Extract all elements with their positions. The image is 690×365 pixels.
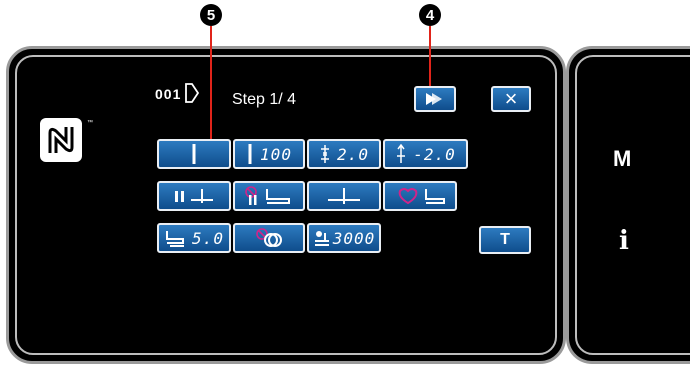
- speed-icon: [313, 229, 331, 247]
- nfc-trademark: ™: [87, 120, 93, 126]
- step-label: Step 1/ 4: [232, 91, 297, 108]
- pitch-icon: [319, 144, 331, 164]
- menu-button[interactable]: M: [613, 146, 631, 172]
- needle-icon: [192, 144, 196, 164]
- close-icon: ×: [504, 86, 518, 111]
- info-button[interactable]: i: [619, 226, 629, 256]
- reverse-pitch-button[interactable]: -2.0: [383, 139, 468, 169]
- thread-trim-icon: [175, 189, 213, 203]
- side-panel: [566, 46, 690, 364]
- callout-4: 4: [419, 4, 441, 26]
- needle-stop-icon: [328, 188, 360, 204]
- presser-lift-button[interactable]: 5.0: [157, 223, 231, 253]
- needle-position-button[interactable]: [157, 139, 231, 169]
- no-thread-icon: [256, 228, 282, 247]
- t-button-label: T: [500, 231, 510, 248]
- no-trim-lift-button[interactable]: [233, 181, 305, 211]
- presser-lift-value: 5.0: [192, 228, 224, 248]
- callout-5: 5: [200, 4, 222, 26]
- next-step-button[interactable]: [414, 86, 456, 112]
- stitch-count-button[interactable]: 100: [233, 139, 305, 169]
- no-thread-button[interactable]: [233, 223, 305, 253]
- stitch-pitch-button[interactable]: 2.0: [307, 139, 381, 169]
- presser-lift-icon: [164, 229, 186, 247]
- no-trim-lift-icon: [245, 186, 290, 205]
- needle-icon: [246, 144, 254, 164]
- callout-5-line: [210, 26, 212, 150]
- thread-trim-button[interactable]: [157, 181, 231, 211]
- nfc-icon: [40, 118, 82, 162]
- thread-lift-button[interactable]: [383, 181, 457, 211]
- stitch-count-value: 100: [260, 144, 292, 164]
- sewing-speed-button[interactable]: 3000: [307, 223, 381, 253]
- close-button[interactable]: ×: [491, 86, 531, 112]
- reverse-pitch-value: -2.0: [413, 144, 456, 164]
- program-arrow-icon: [185, 83, 200, 103]
- t-button[interactable]: T: [479, 226, 531, 254]
- side-panel-inner: [575, 55, 690, 355]
- program-number-text: 001: [155, 86, 182, 102]
- needle-stop-button[interactable]: [307, 181, 381, 211]
- stitch-pitch-value: 2.0: [337, 144, 369, 164]
- callout-4-line: [429, 26, 431, 86]
- play-icon: [426, 93, 442, 105]
- program-number: 001: [155, 83, 200, 103]
- sewing-speed-value: 3000: [332, 228, 376, 248]
- reverse-pitch-icon: [395, 144, 407, 164]
- thread-lift-icon: [398, 188, 445, 205]
